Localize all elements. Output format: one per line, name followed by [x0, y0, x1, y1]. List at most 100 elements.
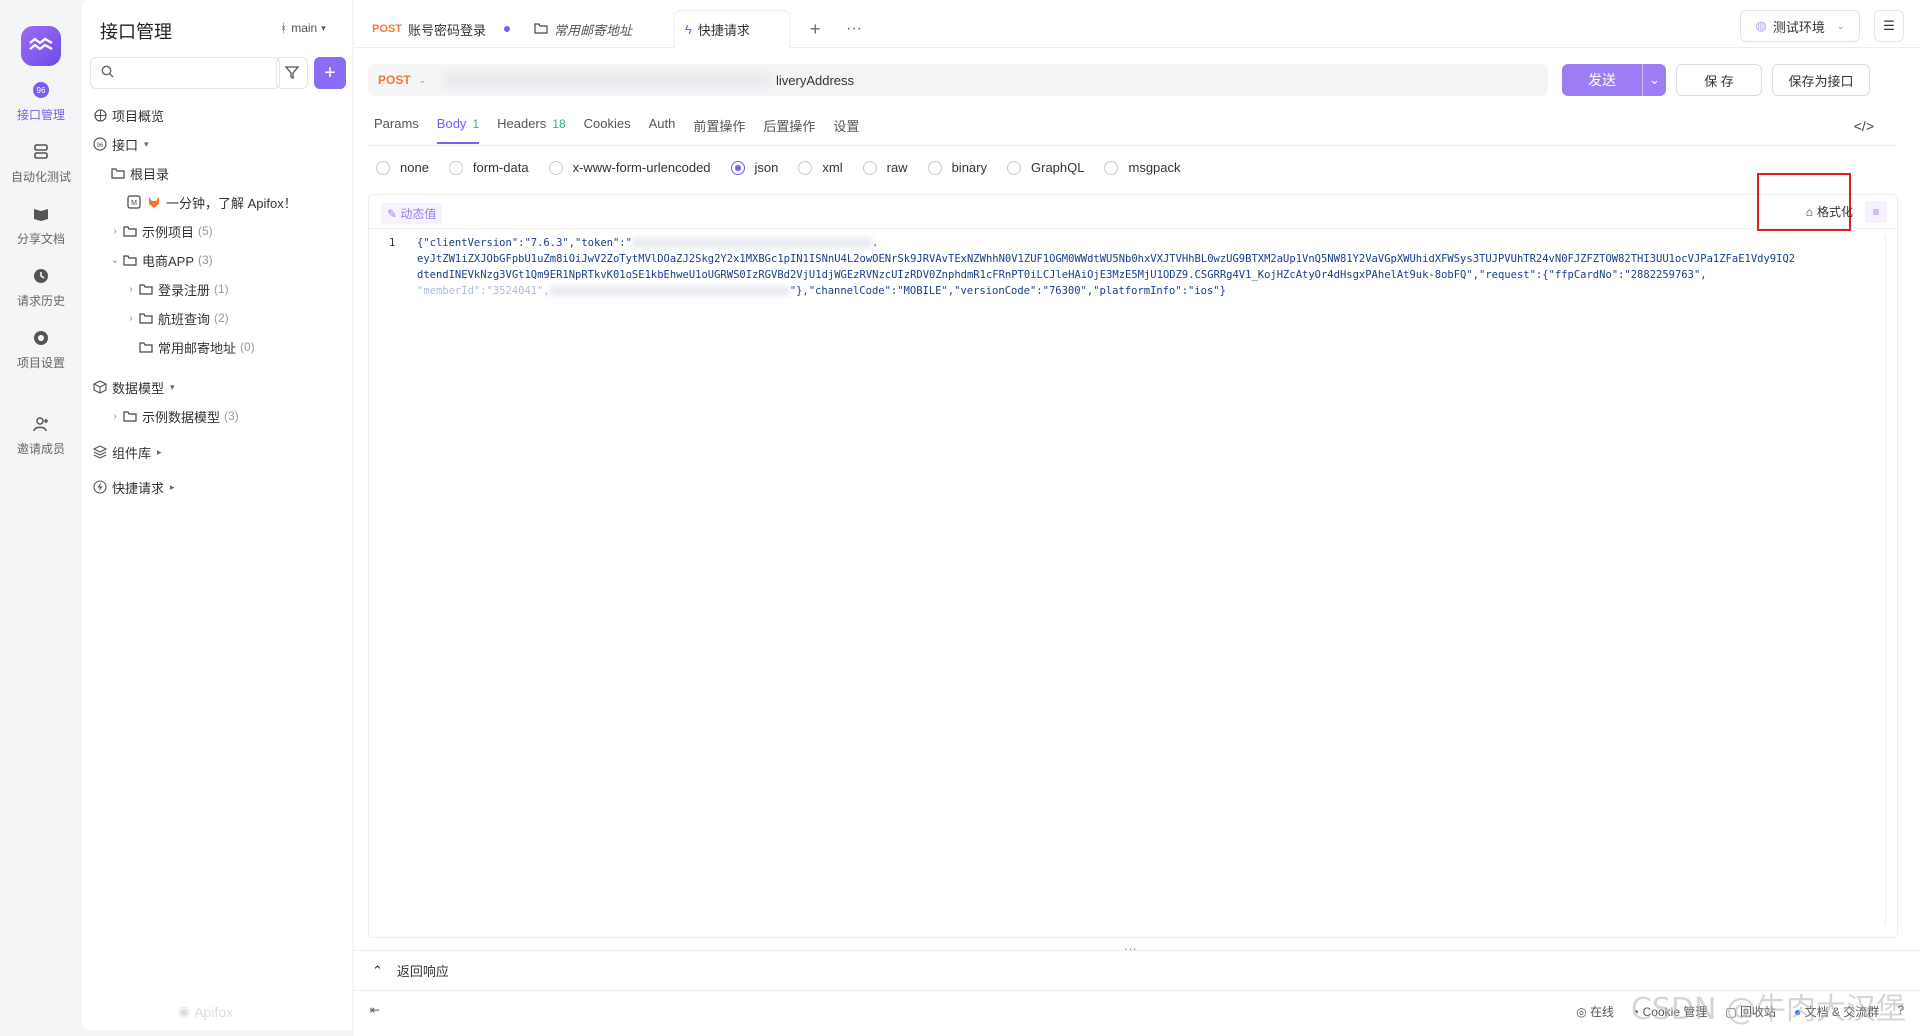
radio-circle[interactable]	[798, 160, 813, 175]
rail-share-docs[interactable]: 分享文档	[0, 204, 82, 247]
radio-msgpack[interactable]: msgpack	[1104, 160, 1181, 175]
rail-automation-test[interactable]: 自动化测试	[0, 142, 82, 185]
radio-none[interactable]: none	[376, 160, 429, 175]
radio-urlencoded[interactable]: x-www-form-urlencoded	[548, 160, 711, 175]
rail-invite-members[interactable]: 邀请成员	[0, 414, 82, 457]
rail-request-history[interactable]: 请求历史	[0, 266, 82, 309]
chevron-right-icon[interactable]: ›	[108, 411, 122, 422]
word-wrap-icon[interactable]: ≡	[1865, 201, 1887, 223]
tab-body[interactable]: Body 1	[436, 116, 480, 144]
format-button[interactable]: ⌂ 格式化	[1806, 203, 1853, 220]
radio-circle[interactable]	[927, 160, 942, 175]
environment-name: 测试环境	[1772, 19, 1825, 35]
fox-icon	[146, 194, 162, 210]
menu-button[interactable]: ☰	[1874, 10, 1904, 42]
tree-item-intro-doc[interactable]: M 一分钟，了解 Apifox！	[126, 190, 297, 214]
filter-icon	[284, 65, 300, 82]
tree-item-mailing-address[interactable]: 常用邮寄地址 (0)	[138, 335, 255, 359]
search-input[interactable]	[120, 65, 270, 81]
sidebar-search[interactable]	[90, 57, 280, 89]
drag-handle-icon[interactable]: ···	[1124, 941, 1137, 956]
code-line: {"clientVersion":"7.6.3","token":".	[417, 235, 1867, 251]
radio-circle[interactable]	[548, 160, 563, 175]
code-segment: dtendINEVkNzg3VGt1Qm9ER1NpRTkvK01oSE1kbE…	[417, 269, 1707, 281]
radio-circle[interactable]	[1104, 160, 1119, 175]
radio-circle[interactable]	[730, 160, 745, 175]
status-online[interactable]: ◎ 在线	[1576, 1003, 1614, 1020]
layers-icon	[92, 444, 108, 460]
radio-graphql[interactable]: GraphQL	[1007, 160, 1084, 175]
tree-item-overview[interactable]: 项目概览	[92, 103, 164, 127]
radio-json[interactable]: json	[730, 160, 778, 175]
code-gen-icon[interactable]: </>	[1854, 118, 1874, 134]
tree-item-root[interactable]: 根目录	[110, 161, 169, 185]
tree-item-quick-requests[interactable]: 快捷请求 ▸	[92, 475, 175, 499]
send-button[interactable]: 发送 ⌄	[1562, 64, 1666, 96]
radio-raw[interactable]: raw	[862, 160, 908, 175]
json-editor[interactable]: ✎ 动态值 ⌂ 格式化 ≡ 1 {"clientVersion":"7.6.3",…	[368, 173, 1898, 938]
tab-pre-processors[interactable]: 前置操作	[693, 116, 745, 144]
chevron-right-icon[interactable]: ›	[108, 226, 122, 237]
tree-item-data-models[interactable]: 数据模型 ▾	[92, 375, 175, 399]
tree-item-sample-models[interactable]: › 示例数据模型 (3)	[108, 404, 238, 428]
code-text[interactable]: {"clientVersion":"7.6.3","token":". eyJt…	[417, 235, 1867, 299]
tree-item-ecommerce-app[interactable]: ⌄ 电商APP (3)	[108, 248, 213, 272]
chevron-down-icon[interactable]: ⌄	[108, 255, 122, 266]
main-panel: POST 账号密码登录 常用邮寄地址 ϟ 快捷请求 + ··· ◍ 测试环境 ⌄…	[354, 0, 1920, 1036]
chevron-right-icon[interactable]: ›	[124, 313, 138, 324]
chevron-right-icon[interactable]: ›	[124, 284, 138, 295]
collapse-sidebar-icon[interactable]: ⇤	[370, 1003, 380, 1017]
tree-item-sample-project[interactable]: › 示例项目 (5)	[108, 219, 212, 243]
folder-icon	[122, 408, 138, 424]
method-selector[interactable]: POST ⌄	[368, 73, 436, 87]
add-button[interactable]: +	[314, 57, 346, 89]
branch-selector[interactable]: ᚼ main ▾	[280, 21, 326, 35]
tree-item-api[interactable]: 96 接口 ▾	[92, 132, 149, 156]
apifox-logo-icon[interactable]	[21, 26, 61, 66]
tree-label: 常用邮寄地址	[158, 340, 237, 356]
folder-icon	[138, 310, 154, 326]
send-label: 发送	[1588, 72, 1616, 88]
save-as-api-button[interactable]: 保存为接口	[1772, 64, 1870, 96]
chevron-down-icon: ▾	[321, 22, 326, 33]
save-button[interactable]: 保 存	[1676, 64, 1762, 96]
radio-label: none	[400, 160, 429, 175]
new-tab-button[interactable]: +	[800, 10, 831, 48]
tab-cookies[interactable]: Cookies	[584, 116, 631, 144]
radio-circle[interactable]	[376, 160, 390, 175]
radio-circle[interactable]	[862, 160, 877, 175]
dynamic-value-button[interactable]: ✎ 动态值	[381, 203, 443, 224]
tree-count: (0)	[240, 340, 255, 354]
tab-login[interactable]: POST 账号密码登录	[362, 10, 520, 48]
rail-api-management[interactable]: 96 接口管理	[0, 80, 82, 123]
environment-selector[interactable]: ◍ 测试环境 ⌄	[1740, 10, 1860, 42]
vertical-scrollbar[interactable]	[1885, 235, 1895, 925]
radio-form-data[interactable]: form-data	[448, 160, 529, 175]
rail-project-settings[interactable]: 项目设置	[0, 328, 82, 371]
tab-settings[interactable]: 设置	[833, 116, 859, 144]
tree-item-flight-query[interactable]: › 航班查询 (2)	[124, 306, 228, 330]
more-tabs-button[interactable]: ···	[836, 10, 872, 48]
tab-post-processors[interactable]: 后置操作	[763, 116, 815, 144]
code-segment: eyJtZW1iZXJObGFpbU1uZm8iOiJwV2ZoTytMVlDO…	[417, 253, 1796, 265]
tab-quick-request[interactable]: ϟ 快捷请求	[674, 10, 790, 48]
radio-xml[interactable]: xml	[798, 160, 843, 175]
caret-down-icon: ▾	[144, 138, 149, 149]
svg-text:96: 96	[37, 86, 46, 95]
radio-circle[interactable]	[1007, 160, 1021, 175]
divider	[368, 145, 1898, 146]
url-input[interactable]: liveryAddress	[776, 73, 854, 88]
tree-label: 示例数据模型	[142, 409, 221, 425]
url-bar[interactable]: POST ⌄ liveryAddress	[368, 64, 1548, 96]
tab-auth[interactable]: Auth	[649, 116, 676, 144]
radio-circle[interactable]	[448, 160, 463, 175]
tab-mailing-address[interactable]: 常用邮寄地址	[524, 10, 642, 48]
radio-binary[interactable]: binary	[927, 160, 987, 175]
filter-button[interactable]	[276, 57, 308, 89]
tab-params[interactable]: Params	[374, 116, 419, 144]
tab-headers[interactable]: Headers 18	[497, 116, 566, 144]
tree-item-login-register[interactable]: › 登录注册 (1)	[124, 277, 228, 301]
chevron-down-icon[interactable]: ⌄	[1642, 64, 1666, 96]
tree-item-components[interactable]: 组件库 ▸	[92, 440, 162, 464]
rail-label: 分享文档	[16, 232, 65, 246]
